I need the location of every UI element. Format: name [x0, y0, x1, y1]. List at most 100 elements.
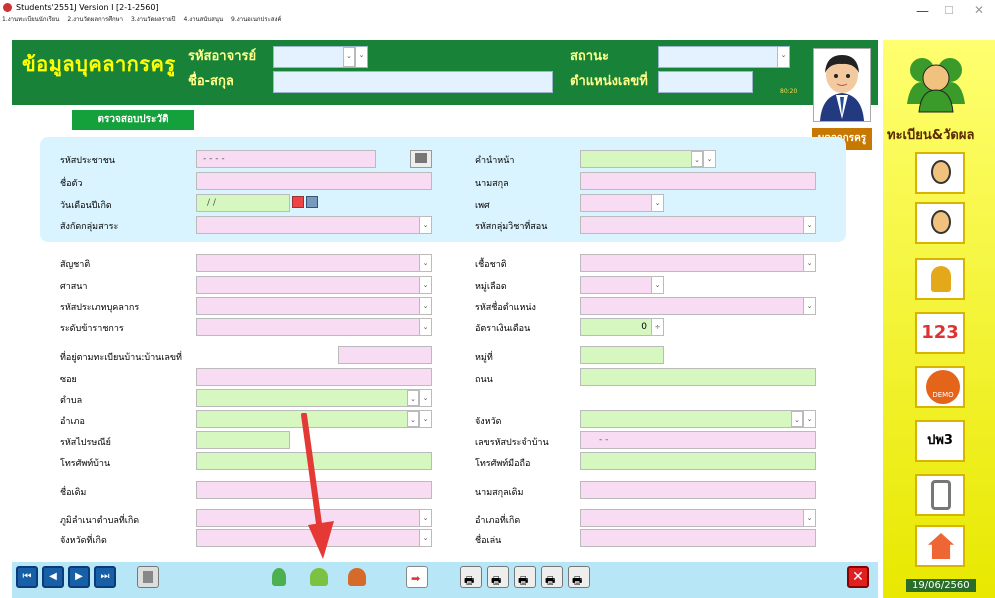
dropdown-arrow-icon[interactable]: ⌄ — [407, 390, 419, 406]
dropdown-arrow-icon[interactable]: ⌄ — [419, 255, 431, 271]
users-group-icon[interactable] — [905, 46, 967, 114]
menu-item-registration[interactable]: 1.งานทะเบียนนักเรียน — [2, 14, 59, 26]
dropdown-arrow-icon[interactable]: ⌄ — [419, 411, 431, 427]
delete-user-button[interactable] — [346, 566, 368, 588]
sidebar-teacher2-button[interactable] — [915, 202, 965, 244]
sidebar-bell-button[interactable] — [915, 258, 965, 300]
print-button-5[interactable]: 🖶 — [568, 566, 590, 588]
last-record-icon: ⏭ — [100, 571, 110, 582]
print-button-1[interactable]: 🖶 — [460, 566, 482, 588]
gov-level-select[interactable]: ⌄ — [196, 318, 432, 336]
road-field[interactable] — [580, 368, 816, 386]
salary-stepper[interactable]: 0 ÷ — [580, 318, 664, 336]
dept-select[interactable]: ⌄ — [196, 216, 432, 234]
calendar-icon[interactable] — [292, 196, 304, 208]
minimize-icon[interactable]: — — [916, 4, 929, 19]
close-icon[interactable]: ✕ — [974, 3, 984, 17]
dropdown-arrow-icon[interactable]: ⌄ — [407, 411, 419, 427]
blood-select[interactable]: ⌄ — [580, 276, 664, 294]
id-card-button[interactable] — [137, 566, 159, 588]
soi-field[interactable] — [196, 368, 432, 386]
first-record-button[interactable]: ⏮ — [16, 566, 38, 588]
position-no-field[interactable] — [658, 71, 753, 93]
salary-value: 0 — [641, 322, 647, 332]
next-record-button[interactable]: ▶ — [68, 566, 90, 588]
nickname-field[interactable] — [580, 529, 816, 547]
user-delete-icon — [348, 568, 366, 586]
dropdown-arrow-icon[interactable]: ⌄ — [419, 530, 431, 546]
dropdown-arrow-icon[interactable]: ⌄ — [651, 195, 663, 211]
sidebar-hourglass-button[interactable] — [915, 474, 965, 516]
old-surname-field[interactable] — [580, 481, 816, 499]
menu-item-evaluation[interactable]: 2.งานวัดผลการศึกษา — [67, 14, 123, 26]
dropdown-arrow-icon[interactable]: ⌄ — [651, 277, 663, 293]
subject-group-select[interactable]: ⌄ — [580, 216, 816, 234]
province-select[interactable]: ⌄ ⌄ — [580, 410, 816, 428]
check-history-button[interactable]: ตรวจสอบประวัติ — [72, 110, 194, 130]
menu-item-support[interactable]: 4.งานสนับสนุน — [183, 14, 223, 26]
previous-record-button[interactable]: ◀ — [42, 566, 64, 588]
birth-amphoe-select[interactable]: ⌄ — [580, 509, 816, 527]
tambon-select[interactable]: ⌄ ⌄ — [196, 389, 432, 407]
dropdown-arrow-icon[interactable]: ⌄ — [691, 151, 703, 167]
dropdown-arrow-icon[interactable]: ⌄ — [419, 277, 431, 293]
dropdown-arrow-icon[interactable]: ⌄ — [355, 47, 367, 67]
maximize-icon[interactable]: ☐ — [944, 4, 954, 17]
citizen-id-field[interactable]: - - - - — [196, 150, 376, 168]
dropdown-arrow-icon[interactable]: ⌄ — [803, 217, 815, 233]
print-button-4[interactable]: 🖶 — [541, 566, 563, 588]
sidebar-teacher-button[interactable] — [915, 152, 965, 194]
first-name-field[interactable] — [196, 172, 432, 190]
personnel-type-select[interactable]: ⌄ — [196, 297, 432, 315]
old-name-label: ชื่อเดิม — [60, 488, 87, 498]
record-counter: 80:20 — [780, 88, 798, 95]
sidebar-demo-button[interactable]: DEMO — [915, 366, 965, 408]
last-record-button[interactable]: ⏭ — [94, 566, 116, 588]
gender-select[interactable]: ⌄ — [580, 194, 664, 212]
dropdown-arrow-icon[interactable]: ⌄ — [791, 411, 803, 427]
add-user-button[interactable] — [268, 566, 290, 588]
card-reader-button[interactable] — [410, 150, 432, 168]
dropdown-arrow-icon[interactable]: ⌄ — [419, 319, 431, 335]
dropdown-arrow-icon[interactable]: ⌄ — [803, 298, 815, 314]
export-button[interactable]: ➡ — [406, 566, 428, 588]
moo-field[interactable] — [580, 346, 664, 364]
sidebar-pw3-button[interactable]: ปพ3 — [915, 420, 965, 462]
sidebar-home-button[interactable] — [915, 525, 965, 567]
religion-select[interactable]: ⌄ — [196, 276, 432, 294]
nationality-select[interactable]: ⌄ — [196, 254, 432, 272]
postcode-field[interactable] — [196, 431, 290, 449]
print-button-2[interactable]: 🖶 — [487, 566, 509, 588]
dropdown-arrow-icon[interactable]: ⌄ — [803, 510, 815, 526]
dropdown-arrow-icon[interactable]: ⌄ — [419, 298, 431, 314]
race-select[interactable]: ⌄ — [580, 254, 816, 272]
dropdown-arrow-icon[interactable]: ⌄ — [803, 411, 815, 427]
add-users-button[interactable] — [308, 566, 330, 588]
dropdown-arrow-icon[interactable]: ⌄ — [703, 151, 715, 167]
house-no-field[interactable] — [338, 346, 432, 364]
prefix-select[interactable]: ⌄ ⌄ — [580, 150, 716, 168]
sidebar-numbers-button[interactable]: 123 — [915, 312, 965, 354]
name-field[interactable] — [273, 71, 553, 93]
road-label: ถนน — [475, 375, 493, 385]
close-form-button[interactable]: ✕ — [847, 566, 869, 588]
spinner-icon[interactable]: ÷ — [651, 319, 663, 335]
print-button-3[interactable]: 🖶 — [514, 566, 536, 588]
birth-date-field[interactable]: / / — [196, 194, 290, 212]
dropdown-arrow-icon[interactable]: ⌄ — [419, 217, 431, 233]
position-code-select[interactable]: ⌄ — [580, 297, 816, 315]
dropdown-arrow-icon[interactable]: ⌄ — [777, 47, 789, 67]
menu-item-yearly[interactable]: 3.งานวัดผลรายปี — [131, 14, 176, 26]
house-code-field[interactable]: - - — [580, 431, 816, 449]
prefix-label: คำนำหน้า — [475, 156, 515, 166]
dropdown-arrow-icon[interactable]: ⌄ — [419, 510, 431, 526]
menu-item-misc[interactable]: 9.งานอเนกประสงค์ — [231, 14, 281, 26]
last-name-field[interactable] — [580, 172, 816, 190]
mobile-field[interactable] — [580, 452, 816, 470]
dropdown-arrow-icon[interactable]: ⌄ — [343, 47, 355, 67]
calculator-icon[interactable] — [306, 196, 318, 208]
dropdown-arrow-icon[interactable]: ⌄ — [419, 390, 431, 406]
teacher-code-select[interactable]: ⌄ ⌄ — [273, 46, 368, 68]
dropdown-arrow-icon[interactable]: ⌄ — [803, 255, 815, 271]
status-select[interactable]: ⌄ — [658, 46, 790, 68]
